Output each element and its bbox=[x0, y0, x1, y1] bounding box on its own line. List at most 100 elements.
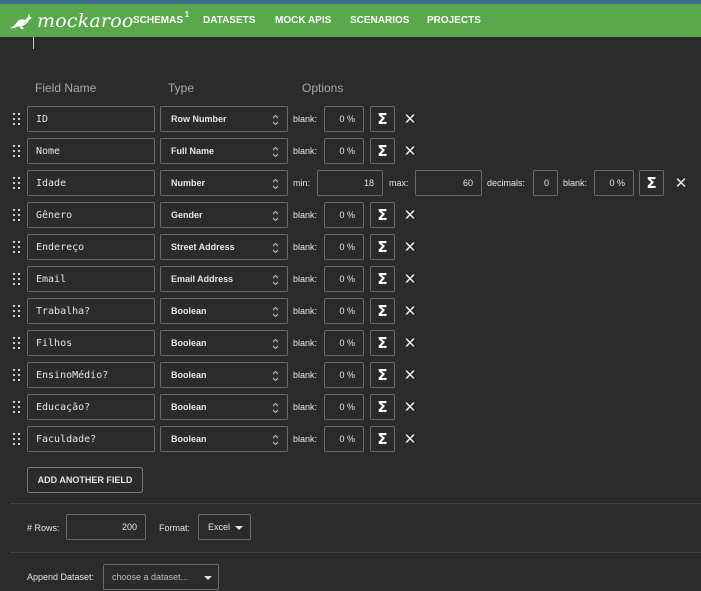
field-name-input[interactable]: Trabalha? bbox=[27, 298, 155, 324]
nav-datasets[interactable]: DATASETS bbox=[203, 15, 255, 26]
field-name-header: Field Name bbox=[35, 81, 97, 95]
kangaroo-icon bbox=[10, 13, 32, 29]
field-type-select[interactable]: Boolean bbox=[160, 362, 288, 388]
field-type-select[interactable]: Boolean bbox=[160, 330, 288, 356]
blank-percent-input[interactable]: 0 % bbox=[594, 170, 634, 196]
blank-percent-input[interactable]: 0 % bbox=[324, 330, 364, 356]
append-dataset-select[interactable]: choose a dataset... bbox=[103, 564, 219, 590]
max-input[interactable]: 60 bbox=[415, 170, 482, 196]
field-row: ID Row Number blank: 0 % Σ ✕ bbox=[0, 106, 701, 132]
field-row: Faculdade? Boolean blank: 0 % Σ ✕ bbox=[0, 426, 701, 452]
drag-handle-icon[interactable] bbox=[13, 145, 21, 157]
formula-sigma-icon[interactable]: Σ bbox=[370, 362, 395, 388]
drag-handle-icon[interactable] bbox=[13, 401, 21, 413]
field-name-input[interactable]: Gênero bbox=[27, 202, 155, 228]
field-name-input[interactable]: Nome bbox=[27, 138, 155, 164]
formula-sigma-icon[interactable]: Σ bbox=[370, 202, 395, 228]
field-name-input[interactable]: Endereço bbox=[27, 234, 155, 260]
rows-input[interactable]: 200 bbox=[66, 514, 146, 540]
field-type-select[interactable]: Email Address bbox=[160, 266, 288, 292]
formula-sigma-icon[interactable]: Σ bbox=[370, 138, 395, 164]
field-row: Idade Number min: 18 max: 60 decimals: 0 blank: 0… bbox=[0, 170, 701, 196]
drag-handle-icon[interactable] bbox=[13, 113, 21, 125]
field-type-select[interactable]: Street Address bbox=[160, 234, 288, 260]
nav-projects[interactable]: PROJECTS bbox=[427, 15, 481, 26]
formula-sigma-icon[interactable]: Σ bbox=[370, 394, 395, 420]
chevron-down-icon bbox=[204, 576, 212, 580]
field-type-select[interactable]: Boolean bbox=[160, 394, 288, 420]
field-name-input[interactable]: EnsinoMédio? bbox=[27, 362, 155, 388]
field-type-value: Boolean bbox=[171, 434, 207, 444]
field-type-select[interactable]: Row Number bbox=[160, 106, 288, 132]
drag-handle-icon[interactable] bbox=[13, 209, 21, 221]
remove-field-close-icon[interactable]: ✕ bbox=[400, 397, 420, 417]
decimals-label: decimals: bbox=[487, 178, 526, 188]
updown-arrows-icon bbox=[272, 146, 279, 158]
blank-percent-input[interactable]: 0 % bbox=[324, 426, 364, 452]
blank-percent-input[interactable]: 0 % bbox=[324, 298, 364, 324]
field-name-input[interactable]: Idade bbox=[27, 170, 155, 196]
remove-field-close-icon[interactable]: ✕ bbox=[400, 205, 420, 225]
field-name-input[interactable]: Email bbox=[27, 266, 155, 292]
field-name-input[interactable]: Educação? bbox=[27, 394, 155, 420]
nav-scenarios[interactable]: SCENARIOS bbox=[350, 15, 409, 26]
add-another-field-button[interactable]: ADD ANOTHER FIELD bbox=[27, 467, 143, 493]
updown-arrows-icon bbox=[272, 306, 279, 318]
mockaroo-logo[interactable]: mockaroo bbox=[8, 10, 134, 32]
formula-sigma-icon[interactable]: Σ bbox=[370, 266, 395, 292]
remove-field-close-icon[interactable]: ✕ bbox=[400, 269, 420, 289]
updown-arrows-icon bbox=[272, 338, 279, 350]
decimals-input[interactable]: 0 bbox=[533, 170, 558, 196]
remove-field-close-icon[interactable]: ✕ bbox=[400, 301, 420, 321]
remove-field-close-icon[interactable]: ✕ bbox=[400, 429, 420, 449]
blank-percent-input[interactable]: 0 % bbox=[324, 138, 364, 164]
drag-handle-icon[interactable] bbox=[13, 433, 21, 445]
field-type-select[interactable]: Boolean bbox=[160, 426, 288, 452]
field-name-input[interactable]: ID bbox=[27, 106, 155, 132]
append-dataset-placeholder: choose a dataset... bbox=[112, 572, 189, 582]
formula-sigma-icon[interactable]: Σ bbox=[370, 330, 395, 356]
nav-schemas[interactable]: SCHEMAS 1 bbox=[133, 10, 189, 26]
field-type-select[interactable]: Gender bbox=[160, 202, 288, 228]
formula-sigma-icon[interactable]: Σ bbox=[639, 170, 664, 196]
remove-field-close-icon[interactable]: ✕ bbox=[400, 365, 420, 385]
formula-sigma-icon[interactable]: Σ bbox=[370, 106, 395, 132]
drag-handle-icon[interactable] bbox=[13, 273, 21, 285]
blank-percent-input[interactable]: 0 % bbox=[324, 394, 364, 420]
field-type-value: Street Address bbox=[171, 242, 235, 252]
drag-handle-icon[interactable] bbox=[13, 369, 21, 381]
field-type-value: Number bbox=[171, 178, 206, 188]
remove-field-close-icon[interactable]: ✕ bbox=[400, 141, 420, 161]
field-type-select[interactable]: Full Name bbox=[160, 138, 288, 164]
field-type-select[interactable]: Number bbox=[160, 170, 288, 196]
field-name-input[interactable]: Faculdade? bbox=[27, 426, 155, 452]
formula-sigma-icon[interactable]: Σ bbox=[370, 426, 395, 452]
blank-percent-input[interactable]: 0 % bbox=[324, 202, 364, 228]
navbar: mockaroo SCHEMAS 1 DATASETS MOCK APIS SC… bbox=[0, 4, 701, 37]
field-type-select[interactable]: Boolean bbox=[160, 298, 288, 324]
formula-sigma-icon[interactable]: Σ bbox=[370, 234, 395, 260]
nav-mock-apis[interactable]: MOCK APIS bbox=[275, 15, 331, 26]
field-row: Gênero Gender blank: 0 % Σ ✕ bbox=[0, 202, 701, 228]
updown-arrows-icon bbox=[272, 370, 279, 382]
blank-label: blank: bbox=[293, 434, 318, 444]
blank-percent-input[interactable]: 0 % bbox=[324, 362, 364, 388]
drag-handle-icon[interactable] bbox=[13, 241, 21, 253]
min-input[interactable]: 18 bbox=[317, 170, 383, 196]
blank-label: blank: bbox=[293, 306, 318, 316]
remove-field-close-icon[interactable]: ✕ bbox=[400, 237, 420, 257]
append-dataset-label: Append Dataset: bbox=[27, 572, 95, 582]
remove-field-close-icon[interactable]: ✕ bbox=[400, 109, 420, 129]
drag-handle-icon[interactable] bbox=[13, 337, 21, 349]
field-name-input[interactable]: Filhos bbox=[27, 330, 155, 356]
drag-handle-icon[interactable] bbox=[13, 305, 21, 317]
remove-field-close-icon[interactable]: ✕ bbox=[671, 173, 691, 193]
format-select[interactable]: Excel bbox=[198, 514, 251, 540]
field-type-value: Boolean bbox=[171, 402, 207, 412]
blank-percent-input[interactable]: 0 % bbox=[324, 266, 364, 292]
formula-sigma-icon[interactable]: Σ bbox=[370, 298, 395, 324]
blank-percent-input[interactable]: 0 % bbox=[324, 234, 364, 260]
remove-field-close-icon[interactable]: ✕ bbox=[400, 333, 420, 353]
blank-percent-input[interactable]: 0 % bbox=[324, 106, 364, 132]
drag-handle-icon[interactable] bbox=[13, 177, 21, 189]
